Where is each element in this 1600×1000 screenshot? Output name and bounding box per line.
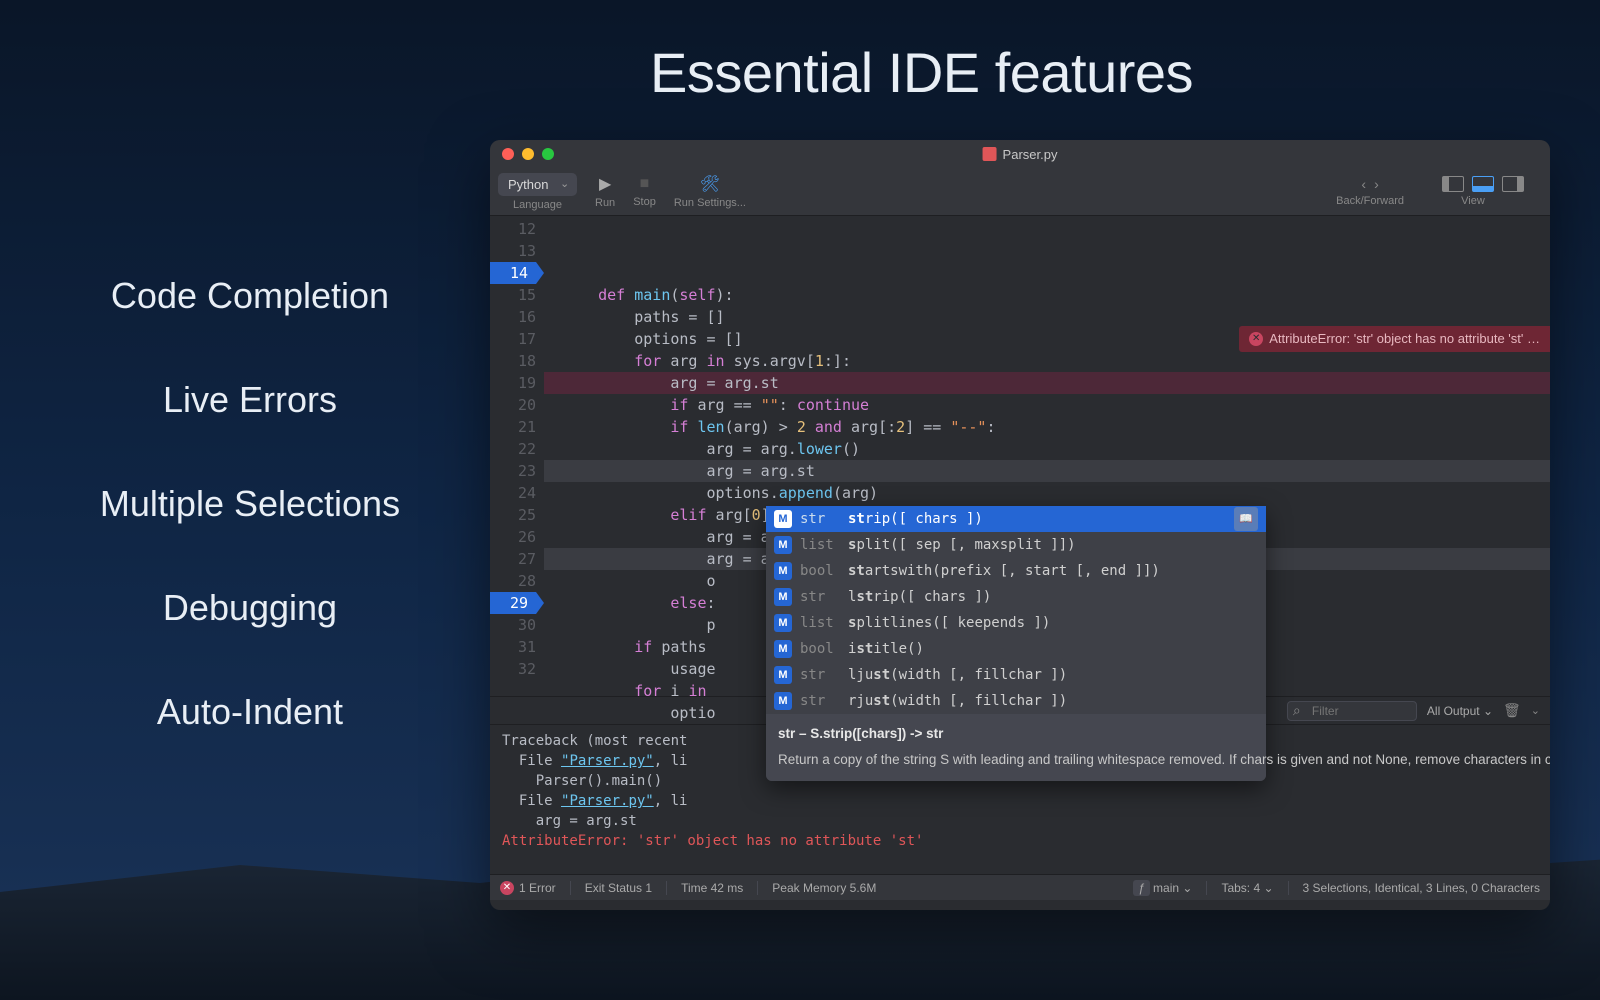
autocomplete-item[interactable]: M list split([ sep [, maxsplit ]]) [766,532,1266,558]
code-line[interactable]: for arg in sys.argv[1:]: [544,350,1550,372]
code-line[interactable]: if len(arg) > 2 and arg[:2] == "--": [544,416,1550,438]
line-number[interactable]: 23 [490,460,536,482]
forward-button[interactable]: › [1374,176,1379,192]
method-badge-icon: M [774,536,792,554]
console-line: File "Parser.py", li [502,791,1538,811]
line-number[interactable]: 27 [490,548,536,570]
line-number[interactable]: 13 [490,240,536,262]
titlebar[interactable]: Parser.py [490,140,1550,168]
window-title: Parser.py [983,147,1058,162]
console-line: arg = arg.st [502,811,1538,831]
run-button[interactable]: ▶ [599,174,611,194]
right-panel-toggle[interactable] [1502,176,1524,192]
feature-item: Auto-Indent [50,691,450,733]
hero-title: Essential IDE features [650,40,1550,105]
language-label: Language [513,199,562,211]
code-line[interactable]: if arg == "": continue [544,394,1550,416]
code-line[interactable]: paths = [] [544,306,1550,328]
code-line[interactable] [544,262,1550,284]
line-number[interactable]: 12 [490,218,536,240]
code-line[interactable]: def main(self): [544,284,1550,306]
line-number[interactable]: 31 [490,636,536,658]
run-time: Time 42 ms [681,881,743,895]
feature-item: Multiple Selections [50,483,450,525]
autocomplete-popup[interactable]: M str strip([ chars ]) 📖M list split([ s… [766,506,1266,781]
feature-item: Debugging [50,587,450,629]
line-number[interactable]: 21 [490,416,536,438]
line-number[interactable]: 16 [490,306,536,328]
left-panel-toggle[interactable] [1442,176,1464,192]
code-area[interactable]: def main(self): paths = [] options = [] … [544,216,1550,696]
line-number[interactable]: 19 [490,372,536,394]
close-icon[interactable] [502,148,514,160]
line-number[interactable]: 30 [490,614,536,636]
selection-info: 3 Selections, Identical, 3 Lines, 0 Char… [1303,881,1540,895]
code-line[interactable]: options.append(arg) [544,482,1550,504]
code-line[interactable]: arg = arg.st [544,372,1550,394]
code-line[interactable]: arg = arg.st [544,460,1550,482]
toolbar: Python Language ▶ Run ■ Stop 🛠 Run Setti… [490,168,1550,216]
error-inline-badge[interactable]: ✕ AttributeError: 'str' object has no at… [1239,326,1550,352]
autocomplete-item[interactable]: M str rjust(width [, fillchar ]) [766,688,1266,714]
line-number[interactable]: 32 [490,658,536,680]
features-list: Code Completion Live Errors Multiple Selec… [50,275,450,795]
ide-window: Parser.py Python Language ▶ Run ■ Stop 🛠… [490,140,1550,910]
line-number[interactable]: 28 [490,570,536,592]
autocomplete-item[interactable]: M str strip([ chars ]) 📖 [766,506,1266,532]
line-gutter[interactable]: 1213141516171819202122232425262728293031… [490,216,544,696]
line-number[interactable]: 17 [490,328,536,350]
method-badge-icon: M [774,640,792,658]
autocomplete-item[interactable]: M str ljust(width [, fillchar ]) [766,662,1266,688]
feature-item: Code Completion [50,275,450,317]
method-badge-icon: M [774,510,792,528]
console-filter-input[interactable] [1287,701,1417,721]
breakpoint-marker[interactable]: 14 [490,262,536,284]
run-settings-button[interactable]: 🛠 [700,174,720,194]
method-badge-icon: M [774,562,792,580]
function-indicator[interactable]: ƒ main ⌄ [1133,881,1192,895]
autocomplete-item[interactable]: M bool istitle() [766,636,1266,662]
autocomplete-doc: str – S.strip([chars]) -> strReturn a co… [766,714,1266,781]
line-number[interactable]: 25 [490,504,536,526]
line-number[interactable]: 20 [490,394,536,416]
line-number[interactable]: 18 [490,350,536,372]
bottom-panel-toggle[interactable] [1472,176,1494,192]
error-icon: ✕ [1249,332,1263,346]
exit-status: Exit Status 1 [585,881,652,895]
code-editor[interactable]: 1213141516171819202122232425262728293031… [490,216,1550,696]
autocomplete-item[interactable]: M bool startswith(prefix [, start [, end… [766,558,1266,584]
line-number[interactable]: 26 [490,526,536,548]
method-badge-icon: M [774,666,792,684]
minimize-icon[interactable] [522,148,534,160]
line-number[interactable]: 22 [490,438,536,460]
zoom-icon[interactable] [542,148,554,160]
console-line: AttributeError: 'str' object has no attr… [502,831,1538,851]
method-badge-icon: M [774,614,792,632]
docs-icon[interactable]: 📖 [1234,507,1258,531]
error-count[interactable]: ✕ 1 Error [500,881,556,895]
stop-button[interactable]: ■ [640,175,650,193]
method-badge-icon: M [774,692,792,710]
tab-width[interactable]: Tabs: 4 ⌄ [1221,881,1273,895]
statusbar: ✕ 1 Error Exit Status 1 Time 42 ms Peak … [490,874,1550,900]
line-number[interactable]: 24 [490,482,536,504]
code-line[interactable]: arg = arg.lower() [544,438,1550,460]
autocomplete-item[interactable]: M str lstrip([ chars ]) [766,584,1266,610]
autocomplete-item[interactable]: M list splitlines([ keepends ]) [766,610,1266,636]
method-badge-icon: M [774,588,792,606]
back-button[interactable]: ‹ [1361,176,1366,192]
error-dot-icon: ✕ [500,881,514,895]
peak-memory: Peak Memory 5.6M [772,881,876,895]
breakpoint-marker[interactable]: 29 [490,592,536,614]
language-select[interactable]: Python [498,173,577,196]
line-number[interactable]: 15 [490,284,536,306]
feature-item: Live Errors [50,379,450,421]
python-file-icon [983,147,997,161]
